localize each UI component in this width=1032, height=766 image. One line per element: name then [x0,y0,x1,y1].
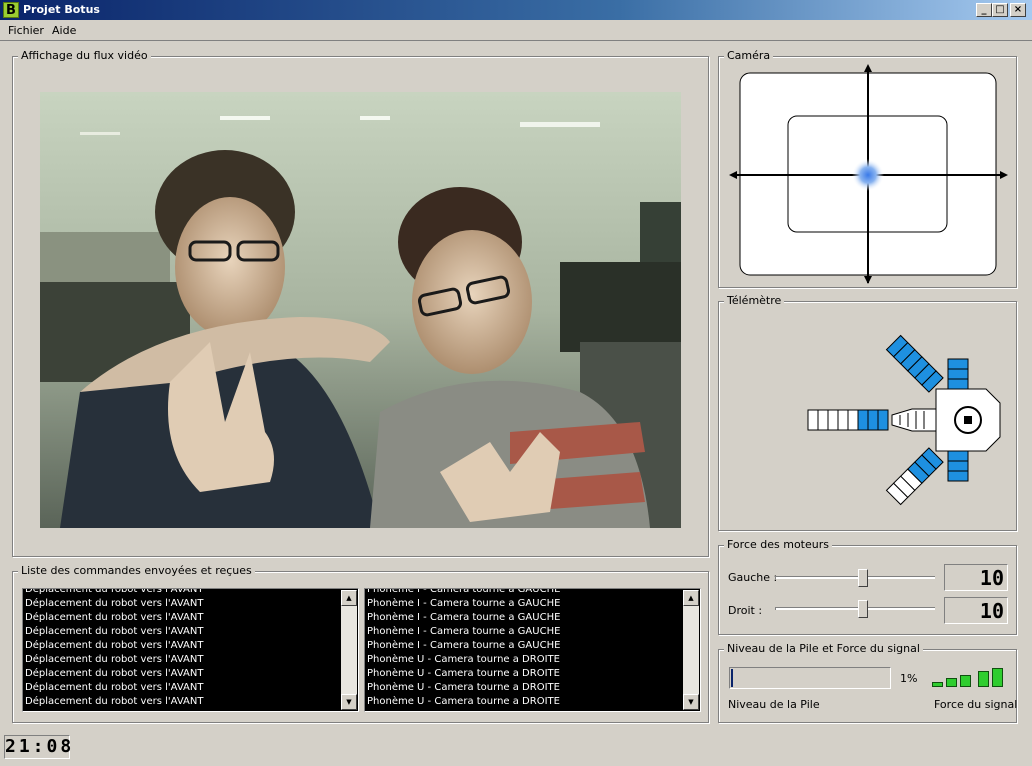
list-item[interactable]: Déplacement du robot vers l'AVANT [25,625,340,639]
signal-bar-5 [992,668,1003,687]
list-item[interactable]: Phonème I - Camera tourne a GAUCHE [367,625,682,639]
list-item[interactable]: Déplacement du robot vers l'AVANT [25,639,340,653]
window-title: Projet Botus [23,3,100,16]
battery-caption: Niveau de la Pile [728,698,820,711]
scroll-up-icon[interactable]: ▲ [341,590,357,606]
left-motor-track [775,576,935,579]
left-motor-value: 10 [944,564,1008,591]
sent-commands-list[interactable]: Déplacement du robot vers l'AVANT Déplace… [22,588,359,712]
app-logo-icon: B [3,2,19,18]
title-bar[interactable] [0,0,1032,20]
list-item[interactable]: Déplacement du robot vers l'AVANT [25,681,340,695]
battery-progress-fill [731,669,733,687]
camera-position-widget[interactable] [726,62,1012,286]
scroll-up-icon[interactable]: ▲ [683,590,699,606]
list-item[interactable]: Déplacement du robot vers l'AVANT [25,695,340,709]
sent-list-scrollbar[interactable]: ▲ ▼ [341,590,357,710]
left-motor-slider[interactable] [858,569,868,587]
menu-divider [0,40,1032,41]
clock-display: 21:08 [4,735,75,759]
signal-bar-4 [978,671,989,687]
rangefinder-diagram [800,325,1010,515]
list-item[interactable]: Déplacement du robot vers l'AVANT [25,667,340,681]
camera-group-label: Caméra [724,49,774,62]
menu-fichier[interactable]: Fichier [8,24,44,37]
right-motor-label: Droit : [728,604,763,617]
battery-progress-bar [729,667,891,689]
received-list-scrollbar[interactable]: ▲ ▼ [683,590,699,710]
battery-group-label: Niveau de la Pile et Force du signal [724,642,923,655]
signal-bar-3 [960,675,971,687]
list-item[interactable]: Déplacement du robot vers l'AVANT [25,653,340,667]
signal-bar-1 [932,682,943,687]
right-motor-track [775,607,935,610]
list-item[interactable]: Phonème I - Camera tourne a GAUCHE [367,639,682,653]
list-item[interactable]: Phonème U - Camera tourne a DROITE [367,695,682,709]
list-item[interactable]: Phonème U - Camera tourne a DROITE [367,653,682,667]
telemetre-group-label: Télémètre [724,294,785,307]
video-feed [40,92,681,528]
right-motor-slider[interactable] [858,600,868,618]
video-group-label: Affichage du flux vidéo [18,49,151,62]
list-item[interactable]: Déplacement du robot vers l'AVANT [25,589,340,597]
received-commands-list[interactable]: Phonème I - Camera tourne a GAUCHE Phonèm… [364,588,701,712]
battery-percent: 1% [900,672,918,685]
maximize-icon[interactable]: □ [992,3,1008,17]
scroll-down-icon[interactable]: ▼ [683,694,699,710]
close-icon[interactable]: × [1010,3,1026,17]
scroll-down-icon[interactable]: ▼ [341,694,357,710]
list-item[interactable]: Phonème U - Camera tourne a DROITE [367,681,682,695]
signal-caption: Force du signal [934,698,1018,711]
commands-group-label: Liste des commandes envoyées et reçues [18,564,255,577]
right-motor-value: 10 [944,597,1008,624]
signal-bar-2 [946,678,957,687]
minimize-icon[interactable]: _ [976,3,992,17]
list-item[interactable]: Phonème I - Camera tourne a GAUCHE [367,589,682,597]
list-item[interactable]: Déplacement du robot vers l'AVANT [25,597,340,611]
list-item[interactable]: Phonème U - Camera tourne a DROITE [367,667,682,681]
list-item[interactable]: Phonème I - Camera tourne a GAUCHE [367,611,682,625]
motors-group-label: Force des moteurs [724,538,832,551]
left-motor-label: Gauche : [728,571,778,584]
menu-aide[interactable]: Aide [52,24,76,37]
list-item[interactable]: Déplacement du robot vers l'AVANT [25,611,340,625]
list-item[interactable]: Phonème I - Camera tourne a GAUCHE [367,597,682,611]
